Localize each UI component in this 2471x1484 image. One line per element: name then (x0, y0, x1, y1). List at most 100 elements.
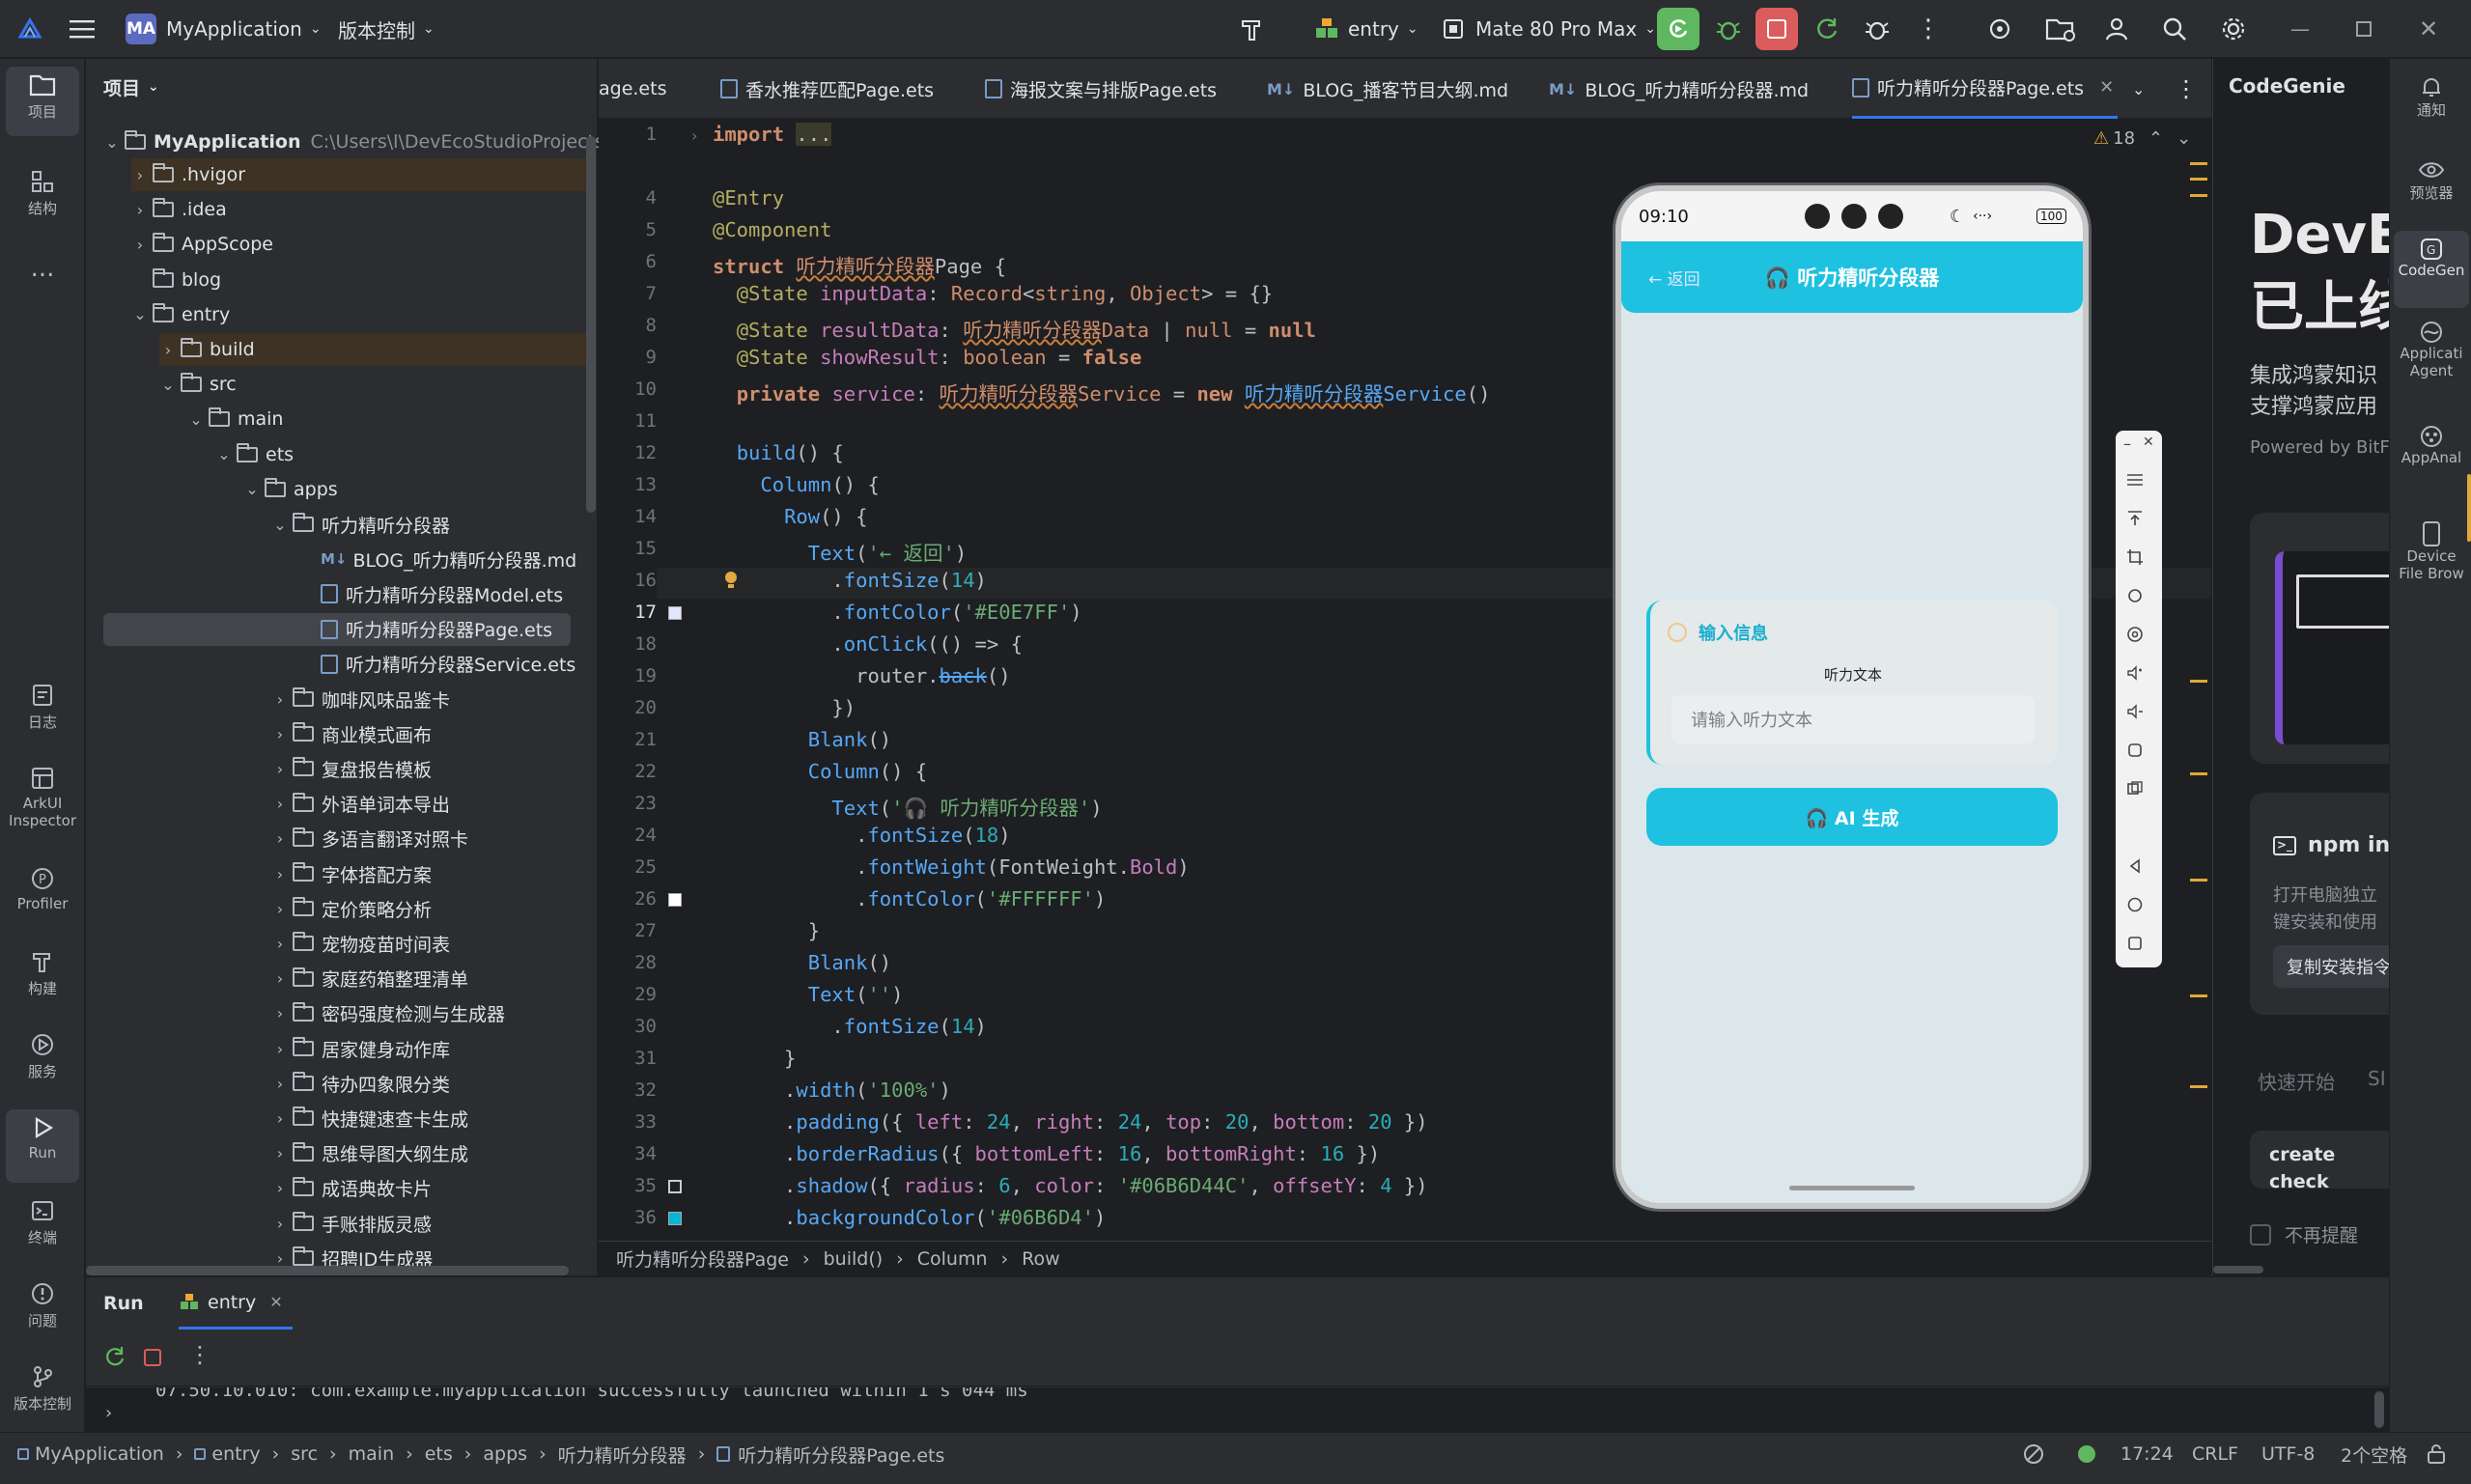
app-agent-button[interactable]: Applicati Agent (2394, 314, 2469, 410)
chevron-right-icon[interactable]: › (271, 1249, 289, 1268)
notifications-button[interactable]: 通知 (2394, 69, 2469, 142)
chevron-down-icon[interactable]: ⌄ (243, 480, 261, 498)
error-stripe-mark[interactable] (2190, 1085, 2207, 1088)
status-breadcrumb-item[interactable]: MyApplication (35, 1443, 164, 1465)
tree-item[interactable]: M↓ BLOG_听力精听分段器.md (299, 543, 576, 575)
tree-item[interactable]: › 手账排版灵感 (271, 1207, 432, 1240)
preview-rotate-icon[interactable] (2122, 583, 2148, 608)
run-console[interactable]: 07.50.10.010: com.example.myapplication … (86, 1387, 2389, 1432)
tree-item[interactable]: › 商业模式画布 (271, 717, 432, 750)
nav-back-icon[interactable] (2122, 854, 2148, 879)
breadcrumb-3[interactable]: Column (917, 1248, 988, 1270)
home-indicator[interactable] (1789, 1186, 1915, 1190)
tab-4[interactable]: M↓ BLOG_播客节目大纲.md (1267, 59, 1508, 119)
problems-tool-button[interactable]: 问题 (6, 1275, 79, 1353)
stop-button[interactable] (1755, 8, 1798, 50)
code-genie-icon[interactable] (1985, 0, 2014, 58)
ai-generate-button[interactable]: 🎧 AI 生成 (1646, 788, 2058, 846)
chevron-right-icon[interactable]: › (131, 236, 149, 254)
vcs-menu[interactable]: 版本控制 ⌄ (338, 0, 435, 58)
tree-item[interactable]: ⌄ apps (243, 473, 338, 506)
rerun-icon[interactable] (103, 1345, 126, 1368)
readonly-toggle-icon[interactable] (2426, 1433, 2447, 1475)
error-stripe-mark[interactable] (2190, 178, 2207, 181)
tree-item[interactable]: ⌄ entry (131, 298, 230, 331)
tree-item[interactable]: 听力精听分段器Page.ets (103, 612, 571, 646)
tree-root[interactable]: ⌄ MyApplication C:\Users\l\DevEcoStudioP… (103, 126, 637, 158)
tab-1[interactable]: age.ets (599, 59, 666, 119)
project-panel-title[interactable]: 项目 ⌄ (103, 70, 159, 103)
power-save-icon[interactable] (2022, 1433, 2045, 1475)
tree-item[interactable]: blog (131, 264, 221, 296)
tree-item[interactable]: › 外语单词本导出 (271, 788, 450, 821)
chevron-right-icon[interactable]: › (271, 1004, 289, 1022)
color-swatch-06b6d44c[interactable] (668, 1180, 682, 1193)
tree-item[interactable]: › 字体搭配方案 (271, 857, 432, 890)
services-tool-button[interactable]: 服务 (6, 1026, 79, 1104)
expand-chevron-icon[interactable]: › (105, 1403, 112, 1423)
color-swatch-06b6d4[interactable] (668, 1212, 682, 1225)
more-vertical-icon[interactable]: ⋮ (1916, 0, 1941, 58)
hammer-build-icon[interactable] (1238, 0, 1267, 58)
chevron-right-icon[interactable]: › (271, 1040, 289, 1058)
run-more-icon[interactable]: ⋮ (188, 1341, 211, 1368)
codegenie-button[interactable]: G CodeGen (2394, 231, 2469, 308)
tabs-more-icon[interactable]: ⋮ (2175, 59, 2198, 119)
tree-item[interactable]: › .hvigor (131, 158, 586, 191)
status-breadcrumb-item[interactable]: ets (425, 1443, 453, 1465)
close-tab-icon[interactable]: ✕ (2099, 77, 2114, 98)
chevron-right-icon[interactable]: › (271, 969, 289, 988)
chevron-right-icon[interactable]: › (131, 201, 149, 219)
chevron-right-icon[interactable]: › (271, 760, 289, 778)
file-encoding[interactable]: UTF-8 (2261, 1433, 2315, 1475)
chevron-right-icon[interactable]: › (271, 1144, 289, 1162)
stop-icon[interactable] (144, 1349, 161, 1366)
project-scrollbar[interactable] (586, 136, 596, 513)
tab-2[interactable]: 香水推荐匹配Page.ets (720, 59, 934, 119)
toolbar-close-icon[interactable]: ✕ (2143, 434, 2154, 450)
tree-item[interactable]: ⌄ src (159, 368, 237, 401)
preview-target-icon[interactable] (2122, 622, 2148, 647)
debug-icon[interactable] (1715, 0, 1742, 58)
copy-install-button[interactable]: 复制安装指令 (2273, 945, 2389, 988)
status-breadcrumb-item[interactable]: src (291, 1443, 318, 1465)
tabs-dropdown-icon[interactable]: ⌄ (2132, 59, 2145, 119)
preview-menu-icon[interactable] (2122, 467, 2148, 492)
tree-item[interactable]: › .idea (131, 193, 227, 226)
vcs-tool-button[interactable]: 版本控制 (6, 1358, 79, 1436)
run-tab-entry[interactable]: entry ✕ (179, 1277, 293, 1330)
account-icon[interactable] (2103, 0, 2130, 58)
tree-item[interactable]: › 多语言翻译对照卡 (271, 823, 468, 855)
run-config-selector[interactable]: entry ⌄ (1313, 0, 1418, 58)
chevron-right-icon[interactable]: › (271, 935, 289, 953)
breadcrumb-1[interactable]: 听力精听分段器Page (616, 1246, 789, 1272)
preview-screenshot-icon[interactable] (2122, 776, 2148, 801)
chevron-right-icon[interactable]: › (271, 1075, 289, 1093)
status-breadcrumb-item[interactable]: entry (211, 1443, 260, 1465)
chevron-down-icon[interactable]: ⌄ (215, 445, 233, 463)
minimize-icon[interactable]: — (2290, 0, 2310, 58)
codegenie-h-scrollbar[interactable] (2213, 1266, 2263, 1274)
tab-6-active[interactable]: 听力精听分段器Page.ets ✕ (1852, 59, 2119, 119)
folder-open-icon[interactable] (2045, 0, 2076, 58)
breadcrumb-4[interactable]: Row (1022, 1248, 1060, 1270)
tab-3[interactable]: 海报文案与排版Page.ets (985, 59, 1217, 119)
console-scrollbar[interactable] (2374, 1391, 2384, 1428)
quick-start-tab-2[interactable]: SI (2368, 1067, 2386, 1090)
main-menu-icon[interactable] (70, 0, 95, 58)
line-separator[interactable]: CRLF (2192, 1433, 2238, 1475)
preview-crop-icon[interactable] (2122, 545, 2148, 570)
profiler-bug-icon[interactable] (1864, 0, 1891, 58)
run-tool-button[interactable]: Run (6, 1109, 79, 1183)
tree-item[interactable]: › 复盘报告模板 (271, 752, 432, 785)
nav-recent-icon[interactable] (2122, 931, 2148, 956)
device-selector[interactable]: Mate 80 Pro Max ⌄ (1441, 0, 1656, 58)
status-breadcrumb-item[interactable]: main (349, 1443, 394, 1465)
quick-start-tab[interactable]: 快速开始 (2258, 1067, 2335, 1095)
tab-5[interactable]: M↓ BLOG_听力精听分段器.md (1549, 59, 1809, 119)
chevron-right-icon[interactable]: › (271, 1179, 289, 1197)
tree-item[interactable]: › 快捷键速查卡生成 (271, 1102, 468, 1134)
tree-item[interactable]: ⌄ ets (215, 438, 294, 471)
preview-fold-icon[interactable] (2122, 738, 2148, 763)
project-h-scrollbar[interactable] (86, 1266, 569, 1275)
